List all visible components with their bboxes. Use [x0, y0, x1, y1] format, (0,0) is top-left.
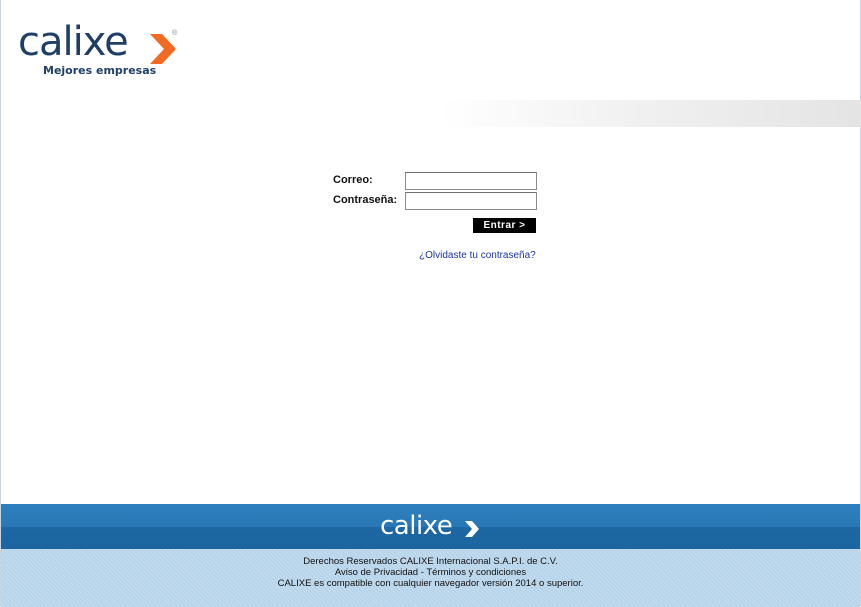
- login-button[interactable]: Entrar >: [473, 218, 536, 233]
- email-label: Correo:: [333, 174, 373, 186]
- header-gradient-band: [440, 100, 861, 127]
- footer-info: Derechos Reservados CALIXE Internacional…: [1, 549, 860, 607]
- registered-mark: ®: [172, 30, 178, 37]
- email-field[interactable]: [405, 172, 537, 190]
- login-form: Correo: Contraseña: Entrar > ¿Olvidaste …: [333, 170, 538, 270]
- orange-chevron-icon: [150, 34, 176, 64]
- footer-logo-wordmark: calixe: [380, 511, 453, 541]
- white-chevron-icon: [465, 521, 479, 537]
- password-field[interactable]: [405, 192, 537, 210]
- password-label: Contraseña:: [333, 194, 398, 206]
- logo-wordmark: calixe: [18, 19, 129, 65]
- footer-privacy-terms-link[interactable]: Aviso de Privacidad - Términos y condici…: [1, 567, 860, 578]
- forgot-password-link[interactable]: ¿Olvidaste tu contraseña?: [419, 250, 536, 261]
- footer-copyright: Derechos Reservados CALIXE Internacional…: [303, 556, 558, 567]
- footer-logo: calixe: [380, 507, 490, 545]
- logo-tagline: Mejores empresas: [43, 64, 157, 77]
- calixe-logo[interactable]: calixe ® Mejores empresas: [18, 18, 188, 80]
- footer-compatibility: CALIXE es compatible con cualquier naveg…: [277, 578, 584, 589]
